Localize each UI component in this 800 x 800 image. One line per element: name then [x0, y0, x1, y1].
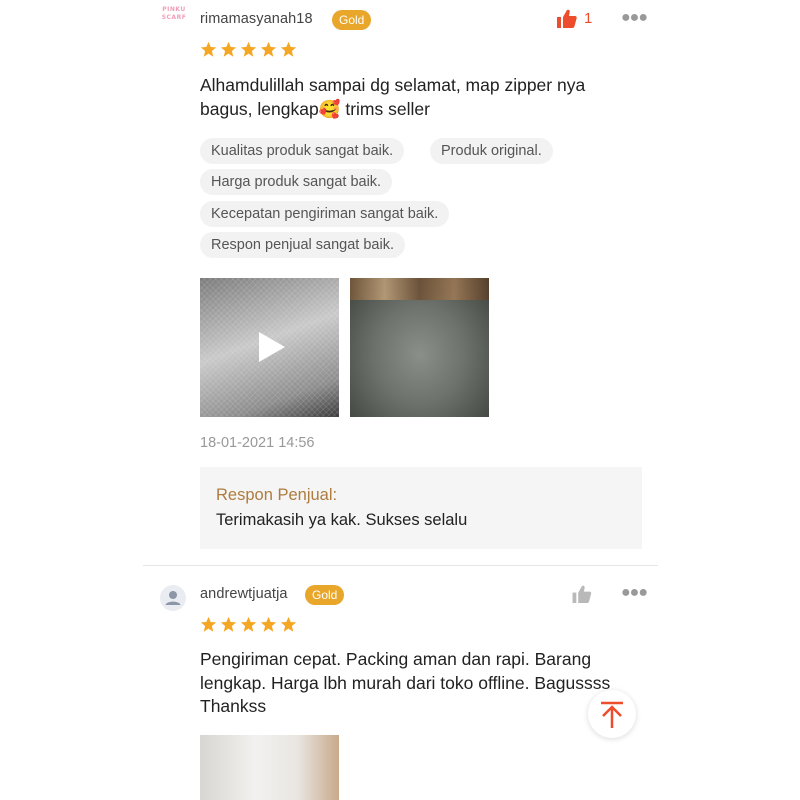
seller-reply-box: Respon Penjual: Terimakasih ya kak. Suks… [200, 467, 642, 549]
thumbs-up-icon [572, 585, 592, 603]
review-video-thumbnail[interactable] [200, 278, 339, 417]
star-icon [240, 41, 257, 57]
like-count: 1 [584, 10, 593, 27]
star-icon [240, 616, 257, 632]
review-tag-chip: Respon penjual sangat baik. [200, 232, 405, 258]
avatar[interactable]: PINKU SCARF [160, 6, 188, 34]
star-icon [220, 41, 237, 57]
membership-badge: Gold [305, 585, 345, 605]
play-icon [259, 332, 285, 362]
review-comment-line: lengkap. Harga lbh murah dari toko offli… [200, 672, 611, 693]
review-divider [143, 565, 658, 566]
like-button[interactable] [572, 585, 592, 603]
review-comment-line: Thankss [200, 696, 267, 716]
star-icon [280, 616, 297, 632]
seller-reply-title: Respon Penjual: [216, 486, 338, 504]
more-dots-icon: ●●● [621, 584, 648, 601]
star-icon [260, 616, 277, 632]
star-icon [220, 616, 237, 632]
star-rating [200, 616, 297, 633]
review-username[interactable]: andrewtjuatja [200, 586, 288, 602]
person-icon [165, 591, 181, 605]
review-timestamp: 18-01-2021 14:56 [200, 435, 315, 451]
more-dots-icon: ●●● [621, 9, 648, 26]
arrow-up-to-top-icon [601, 701, 623, 728]
star-rating [200, 41, 297, 58]
review-comment-line: Alhamdulillah sampai dg selamat, map zip… [200, 75, 586, 95]
star-icon [280, 41, 297, 57]
review-comment: Pengiriman cepat. Packing aman dan rapi.… [200, 648, 610, 719]
review-tag-chip: Harga produk sangat baik. [200, 169, 393, 195]
review-username[interactable]: rimamasyanah18 [200, 11, 313, 27]
star-icon [200, 616, 217, 632]
like-button[interactable]: 1 [557, 9, 592, 28]
more-options-button[interactable]: ●●● [621, 9, 648, 27]
review-tag-chip: Produk original. [430, 138, 553, 164]
avatar[interactable] [160, 585, 186, 611]
review-photo-thumbnail[interactable] [200, 735, 339, 800]
seller-reply-text: Terimakasih ya kak. Sukses selalu [216, 511, 468, 529]
scroll-to-top-button[interactable] [588, 690, 636, 738]
review-comment-line: bagus, lengkap🥰 trims seller [200, 98, 430, 119]
review-tag-chip: Kualitas produk sangat baik. [200, 138, 405, 164]
more-options-button[interactable]: ●●● [621, 584, 648, 602]
star-icon [260, 41, 277, 57]
membership-badge: Gold [332, 10, 372, 30]
review-tag-chip: Kecepatan pengiriman sangat baik. [200, 201, 450, 227]
thumbs-up-filled-icon [557, 9, 577, 28]
review-comment-line: Pengiriman cepat. Packing aman dan rapi.… [200, 649, 592, 669]
review-comment: Alhamdulillah sampai dg selamat, map zip… [200, 74, 585, 121]
review-photo-thumbnail[interactable] [350, 278, 489, 417]
star-icon [200, 41, 217, 57]
